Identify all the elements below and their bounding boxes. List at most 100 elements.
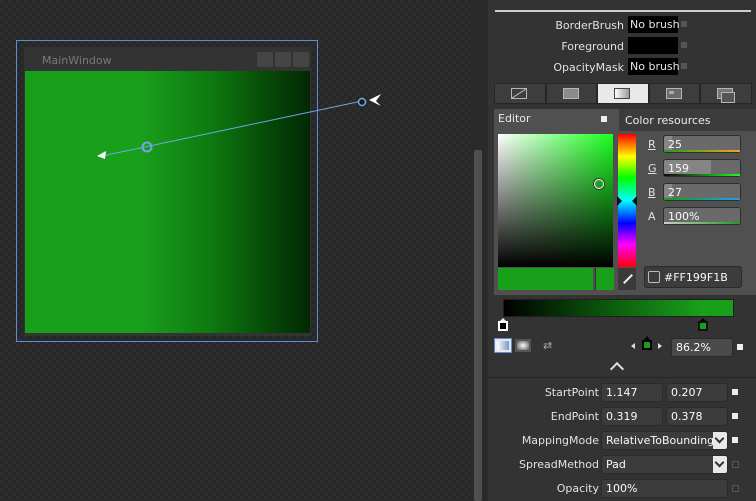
red-channel-label: R bbox=[648, 138, 656, 151]
spread-method-row: SpreadMethod Pad bbox=[488, 454, 756, 474]
color-editor: Editor Color resources R 25 G 159 B 27 A… bbox=[494, 109, 756, 295]
mapping-mode-select[interactable]: RelativeToBoundingI bbox=[601, 431, 728, 450]
gradient-vector-line bbox=[101, 100, 363, 157]
opacity-mask-marker[interactable] bbox=[681, 63, 687, 69]
stop-offset-input[interactable]: 86.2% bbox=[671, 338, 733, 357]
border-brush-row[interactable]: BorderBrush No brush bbox=[488, 15, 756, 35]
radial-gradient-button[interactable] bbox=[514, 338, 532, 353]
mapping-mode-value: RelativeToBoundingI bbox=[606, 434, 718, 447]
opacity-mask-row[interactable]: OpacityMask No brush bbox=[488, 57, 756, 77]
mapping-mode-row: MappingMode RelativeToBoundingI bbox=[488, 430, 756, 450]
editor-tab-label: Editor bbox=[498, 112, 531, 125]
border-brush-marker[interactable] bbox=[681, 21, 687, 27]
initial-color-preview[interactable] bbox=[595, 268, 614, 290]
gradient-stop-swatch bbox=[698, 321, 708, 331]
spread-method-value: Pad bbox=[606, 458, 626, 471]
start-point-x-input[interactable]: 1.147 bbox=[601, 383, 663, 402]
start-point-label: StartPoint bbox=[544, 386, 599, 399]
previous-stop-icon[interactable] bbox=[631, 343, 635, 349]
alpha-channel-label: A bbox=[648, 210, 656, 223]
chevron-down-icon[interactable] bbox=[713, 456, 727, 473]
hex-color-value: #FF199F1B bbox=[664, 271, 728, 284]
end-point-x-input[interactable]: 0.319 bbox=[601, 407, 663, 426]
border-brush-value[interactable]: No brush bbox=[628, 16, 680, 33]
foreground-swatch[interactable] bbox=[628, 37, 678, 54]
opacity-mask-label: OpacityMask bbox=[553, 61, 624, 74]
next-stop-icon[interactable] bbox=[658, 343, 662, 349]
spread-method-select[interactable]: Pad bbox=[601, 455, 728, 474]
tab-null-brush[interactable] bbox=[494, 83, 546, 104]
hex-format-icon[interactable] bbox=[648, 271, 660, 283]
opacity-label: Opacity bbox=[556, 482, 599, 495]
opacity-marker[interactable] bbox=[732, 485, 739, 492]
blue-channel-bar bbox=[664, 198, 740, 200]
hex-color-input[interactable]: #FF199F1B bbox=[644, 266, 742, 288]
gradient-stop-black[interactable] bbox=[498, 318, 508, 331]
mapping-mode-marker[interactable] bbox=[732, 437, 738, 443]
blue-channel-input[interactable]: 27 bbox=[663, 183, 741, 201]
opacity-row: Opacity 100% bbox=[488, 478, 756, 498]
foreground-marker[interactable] bbox=[681, 42, 687, 48]
section-divider bbox=[488, 377, 756, 378]
gradient-preview-bar[interactable] bbox=[503, 299, 734, 317]
opacity-input[interactable]: 100% bbox=[601, 479, 728, 498]
solid-brush-icon bbox=[562, 88, 579, 99]
end-point-row: EndPoint 0.319 0.378 bbox=[488, 406, 756, 426]
linear-gradient-button[interactable] bbox=[494, 338, 512, 353]
gradient-adorner[interactable] bbox=[0, 0, 470, 501]
current-color-preview bbox=[498, 268, 593, 290]
gradient-brush-icon bbox=[614, 88, 631, 99]
tab-solid-brush[interactable] bbox=[545, 83, 598, 104]
border-brush-label: BorderBrush bbox=[555, 19, 624, 32]
design-artboard[interactable]: MainWindow bbox=[0, 0, 470, 501]
start-point-row: StartPoint 1.147 0.207 bbox=[488, 382, 756, 402]
tab-color-resources[interactable]: Color resources bbox=[619, 109, 756, 131]
alpha-channel-bar bbox=[664, 222, 740, 224]
panel-scrollbar[interactable] bbox=[474, 150, 482, 501]
null-brush-icon bbox=[511, 88, 527, 99]
stop-offset-marker[interactable] bbox=[737, 344, 743, 350]
gradient-stop-green[interactable] bbox=[698, 318, 708, 331]
green-channel-label: G bbox=[648, 162, 657, 175]
red-channel-bar bbox=[664, 150, 740, 152]
brush-properties-panel: BorderBrush No brush Foreground OpacityM… bbox=[488, 0, 756, 501]
green-channel-input[interactable]: 159 bbox=[663, 159, 741, 177]
brush-type-tabs bbox=[494, 83, 752, 104]
gradient-end-arrow-icon[interactable] bbox=[97, 151, 106, 159]
reverse-gradient-icon[interactable]: ⇄ bbox=[543, 340, 557, 351]
spread-method-marker[interactable] bbox=[732, 461, 739, 468]
eyedropper-icon[interactable] bbox=[618, 268, 636, 290]
spread-method-label: SpreadMethod bbox=[519, 458, 599, 471]
tab-editor[interactable]: Editor bbox=[494, 109, 615, 131]
mapping-mode-label: MappingMode bbox=[521, 434, 599, 447]
hue-slider-arrow-left[interactable] bbox=[617, 196, 622, 206]
start-point-marker[interactable] bbox=[732, 389, 738, 395]
foreground-row[interactable]: Foreground bbox=[488, 36, 756, 56]
collapse-chevron-icon[interactable] bbox=[609, 361, 625, 377]
tab-gradient-brush[interactable] bbox=[597, 83, 649, 104]
foreground-label: Foreground bbox=[561, 40, 624, 53]
opacity-mask-value[interactable]: No brush bbox=[628, 58, 680, 75]
end-point-marker[interactable] bbox=[732, 413, 738, 419]
panel-separator bbox=[495, 10, 751, 12]
blue-channel-label: B bbox=[648, 186, 656, 199]
tab-tile-brush[interactable] bbox=[648, 83, 701, 104]
tab-brush-resources[interactable] bbox=[700, 83, 752, 104]
end-point-label: EndPoint bbox=[550, 410, 599, 423]
hue-slider-arrow-right[interactable] bbox=[632, 196, 637, 206]
gradient-stop-swatch bbox=[498, 321, 508, 331]
gradient-start-handle[interactable] bbox=[357, 97, 367, 107]
red-channel-input[interactable]: 25 bbox=[663, 135, 741, 153]
saturation-value-field[interactable] bbox=[498, 134, 613, 267]
gradient-start-arrow-icon[interactable] bbox=[369, 94, 381, 106]
editor-tab-marker[interactable] bbox=[601, 116, 607, 122]
tile-brush-icon bbox=[665, 88, 682, 99]
end-point-y-input[interactable]: 0.378 bbox=[666, 407, 728, 426]
green-channel-bar bbox=[664, 174, 740, 176]
start-point-y-input[interactable]: 0.207 bbox=[666, 383, 728, 402]
hue-slider[interactable] bbox=[617, 134, 637, 267]
alpha-channel-input[interactable]: 100% bbox=[663, 207, 741, 225]
chevron-down-icon[interactable] bbox=[713, 432, 727, 449]
color-picker-cursor[interactable] bbox=[594, 179, 604, 189]
brush-resources-icon bbox=[717, 88, 736, 103]
